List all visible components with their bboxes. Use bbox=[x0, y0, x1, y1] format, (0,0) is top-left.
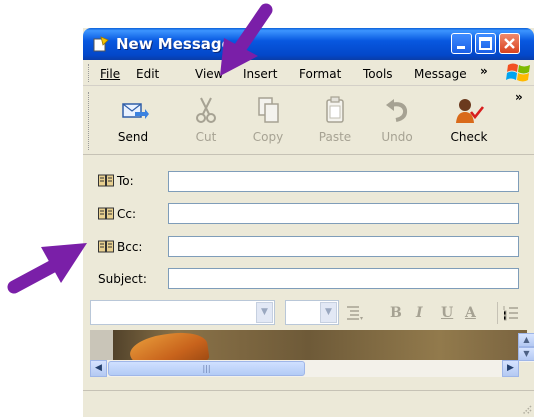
cc-field[interactable] bbox=[168, 203, 519, 224]
address-book-icon bbox=[98, 240, 114, 253]
toolbar-grip[interactable] bbox=[88, 92, 92, 150]
bold-button[interactable]: B bbox=[390, 305, 402, 321]
send-icon bbox=[122, 103, 149, 119]
vertical-scrollbar[interactable]: ▲ ▼ bbox=[518, 333, 534, 362]
cc-label[interactable]: Cc: bbox=[98, 207, 136, 221]
undo-icon bbox=[386, 99, 408, 122]
new-message-icon bbox=[93, 36, 109, 52]
undo-label: Undo bbox=[381, 130, 413, 144]
menu-edit[interactable]: Edit bbox=[136, 67, 159, 81]
font-name-dropdown[interactable]: ▼ bbox=[90, 300, 275, 325]
font-color-button[interactable]: A bbox=[465, 305, 476, 321]
paragraph-style-icon[interactable] bbox=[346, 305, 364, 321]
scroll-right-icon[interactable]: ▶ bbox=[502, 360, 519, 377]
horizontal-scroll-thumb[interactable]: ||| bbox=[108, 361, 305, 376]
close-icon bbox=[504, 38, 515, 49]
annotation-arrow-view bbox=[220, 3, 273, 76]
minimize-icon bbox=[457, 46, 465, 49]
send-button[interactable]: Send bbox=[107, 92, 159, 148]
scroll-up-icon[interactable]: ▲ bbox=[518, 333, 534, 347]
message-body[interactable] bbox=[90, 328, 527, 374]
paste-label: Paste bbox=[318, 130, 352, 144]
scroll-down-icon[interactable]: ▼ bbox=[518, 347, 534, 361]
toolbar-overflow-chevron-icon[interactable]: » bbox=[515, 90, 523, 104]
chevron-down-icon[interactable]: ▼ bbox=[256, 302, 273, 323]
numbering-icon[interactable] bbox=[503, 305, 519, 321]
menu-format[interactable]: Format bbox=[299, 67, 341, 81]
subject-label: Subject: bbox=[98, 272, 147, 286]
scroll-left-icon[interactable]: ◀ bbox=[90, 360, 107, 377]
bcc-field[interactable] bbox=[168, 236, 519, 257]
subject-field[interactable] bbox=[168, 268, 519, 289]
new-message-window: New Message File Edit View Insert Format… bbox=[83, 28, 534, 417]
annotation-arrow-bcc bbox=[7, 243, 87, 294]
title-bar[interactable]: New Message bbox=[83, 28, 534, 60]
check-label: Check bbox=[450, 130, 488, 144]
address-book-icon bbox=[98, 174, 114, 187]
bcc-label[interactable]: Bcc: bbox=[98, 240, 142, 254]
to-label[interactable]: To: bbox=[98, 174, 134, 188]
maximize-button[interactable] bbox=[475, 33, 496, 54]
status-bar bbox=[83, 390, 534, 418]
address-book-icon bbox=[98, 207, 114, 220]
undo-button[interactable]: Undo bbox=[371, 92, 423, 148]
resize-grip-icon[interactable] bbox=[520, 403, 532, 415]
menu-file[interactable]: File bbox=[100, 67, 120, 81]
check-names-icon bbox=[456, 99, 485, 123]
menu-bar: File Edit View Insert Format Tools Messa… bbox=[83, 60, 534, 86]
paste-button[interactable]: Paste bbox=[309, 92, 361, 148]
menu-message[interactable]: Message bbox=[414, 67, 467, 81]
bcc-label-text: Bcc: bbox=[117, 240, 143, 254]
chevron-down-icon[interactable]: ▼ bbox=[320, 302, 337, 323]
maximize-icon bbox=[479, 37, 492, 50]
cc-label-text: Cc: bbox=[117, 207, 137, 221]
separator bbox=[497, 302, 498, 324]
send-label: Send bbox=[117, 130, 149, 144]
check-names-button[interactable]: Check bbox=[443, 92, 495, 148]
paste-icon bbox=[326, 96, 344, 123]
close-button[interactable] bbox=[499, 33, 520, 54]
menu-overflow-chevron-icon[interactable]: » bbox=[480, 64, 488, 78]
cut-button[interactable]: Cut bbox=[180, 92, 232, 148]
menu-grip[interactable] bbox=[88, 64, 92, 82]
italic-button[interactable]: I bbox=[416, 305, 423, 321]
horizontal-scrollbar[interactable]: ◀ ||| ▶ bbox=[90, 360, 519, 377]
underline-button[interactable]: U bbox=[441, 305, 453, 321]
header-fields: To: Cc: Bcc: Subject: bbox=[83, 155, 534, 293]
copy-button[interactable]: Copy bbox=[242, 92, 294, 148]
to-field[interactable] bbox=[168, 171, 519, 192]
copy-label: Copy bbox=[252, 130, 284, 144]
scissors-icon bbox=[196, 97, 216, 123]
toolbar: Send Cut Copy Paste Undo Check » bbox=[83, 86, 534, 155]
windows-logo-icon bbox=[506, 63, 530, 82]
minimize-button[interactable] bbox=[451, 33, 472, 54]
cut-label: Cut bbox=[195, 130, 217, 144]
body-margin bbox=[90, 330, 113, 361]
font-size-dropdown[interactable]: ▼ bbox=[285, 300, 339, 325]
to-label-text: To: bbox=[117, 174, 134, 188]
copy-icon bbox=[258, 97, 279, 123]
menu-tools[interactable]: Tools bbox=[363, 67, 393, 81]
